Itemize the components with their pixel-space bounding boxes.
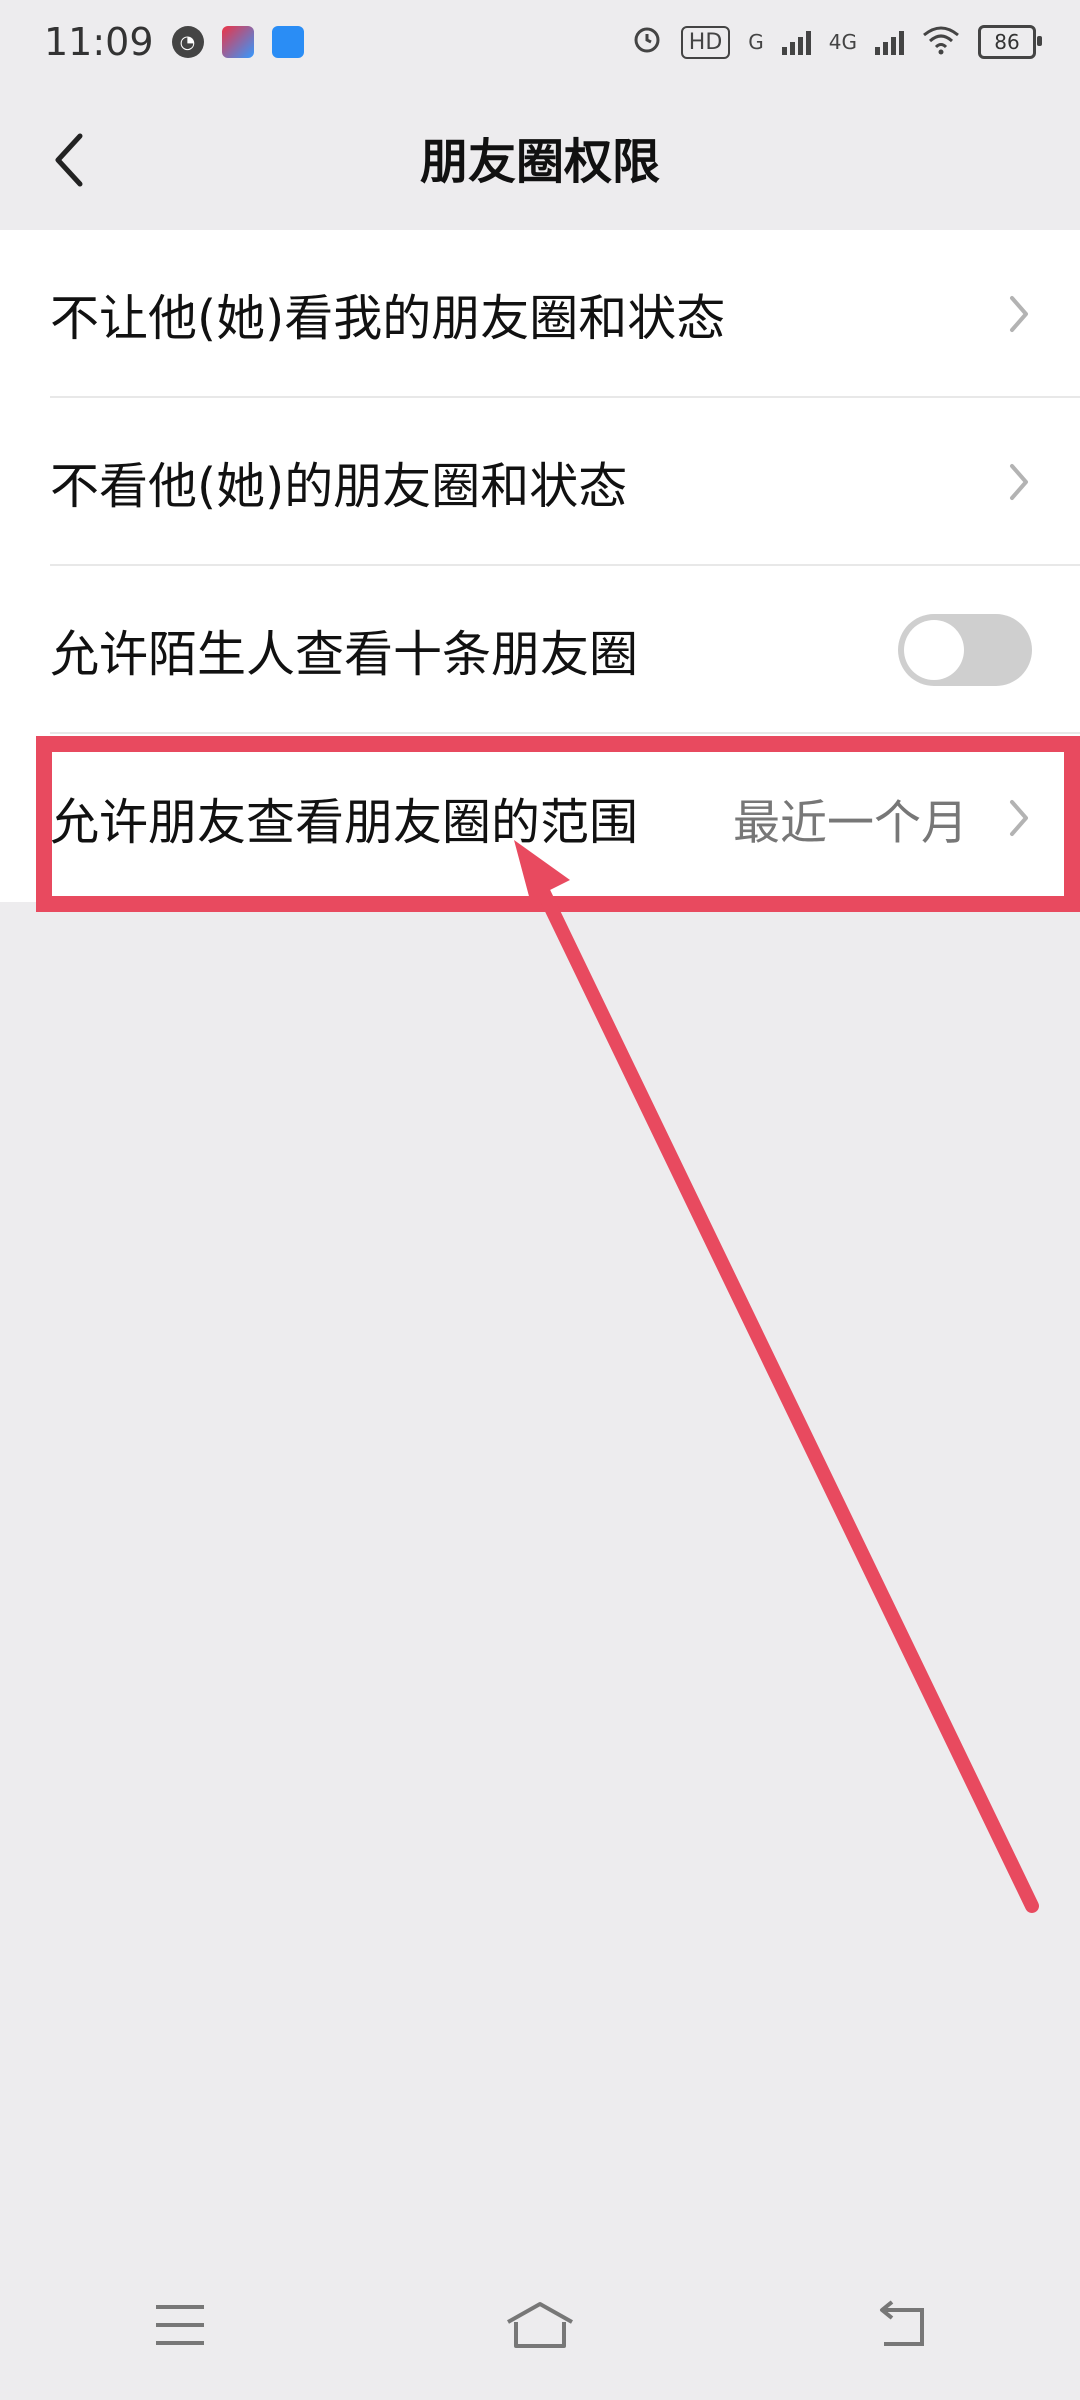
return-icon xyxy=(880,2300,924,2346)
row-stranger-ten-posts: 允许陌生人查看十条朋友圈 xyxy=(0,566,1080,734)
row-hide-my-moments[interactable]: 不让他(她)看我的朋友圈和状态 xyxy=(0,230,1080,398)
row-friends-view-range[interactable]: 允许朋友查看朋友圈的范围 最近一个月 xyxy=(0,734,1080,902)
row-label: 允许朋友查看朋友圈的范围 xyxy=(50,793,639,851)
chevron-left-icon xyxy=(55,133,83,187)
status-right: HD G 4G 86 xyxy=(631,20,1042,64)
row-label: 不看他(她)的朋友圈和状态 xyxy=(50,457,628,515)
row-label: 允许陌生人查看十条朋友圈 xyxy=(50,625,639,683)
speedometer-icon: ◔ xyxy=(171,26,204,58)
nav-bar: 朋友圈权限 xyxy=(0,84,1080,230)
network-2g-label: G xyxy=(748,30,764,54)
signal-icon-1 xyxy=(781,29,811,55)
chevron-right-icon xyxy=(1008,398,1030,566)
status-time: 11:09 xyxy=(44,20,154,64)
menu-icon xyxy=(156,2305,204,2345)
home-icon xyxy=(507,2302,573,2348)
battery-icon: 86 xyxy=(978,25,1042,59)
wifi-icon xyxy=(922,20,960,64)
row-value: 最近一个月 xyxy=(733,795,968,851)
chevron-right-icon xyxy=(1008,230,1030,398)
status-bar: 11:09 ◔ HD G 4G 86 xyxy=(0,0,1080,84)
back-system-button[interactable] xyxy=(860,2285,940,2365)
menu-button[interactable] xyxy=(140,2285,220,2365)
row-hide-their-moments[interactable]: 不看他(她)的朋友圈和状态 xyxy=(0,398,1080,566)
stranger-ten-posts-toggle[interactable] xyxy=(898,614,1032,686)
hd-icon: HD xyxy=(680,25,731,59)
toggle-knob xyxy=(904,620,964,680)
back-button[interactable] xyxy=(38,120,98,200)
page-title: 朋友圈权限 xyxy=(419,134,660,190)
chevron-right-icon xyxy=(1008,734,1030,902)
signal-icon-2 xyxy=(875,29,904,55)
row-label: 不让他(她)看我的朋友圈和状态 xyxy=(50,289,726,347)
settings-list: 不让他(她)看我的朋友圈和状态 不看他(她)的朋友圈和状态 允许陌生人查看十条朋… xyxy=(0,230,1080,902)
home-button[interactable] xyxy=(500,2285,580,2365)
system-nav-bar xyxy=(0,2250,1080,2400)
alarm-icon xyxy=(631,20,663,64)
network-4g-label: 4G xyxy=(828,30,857,54)
screen: 11:09 ◔ HD G 4G 86 朋友圈权限 不让他(她)看我的朋友圈和状态… xyxy=(0,0,1080,2400)
app-notification-icon xyxy=(221,26,254,58)
status-left: 11:09 ◔ xyxy=(44,20,304,64)
app-notification-icon-2 xyxy=(271,26,304,58)
